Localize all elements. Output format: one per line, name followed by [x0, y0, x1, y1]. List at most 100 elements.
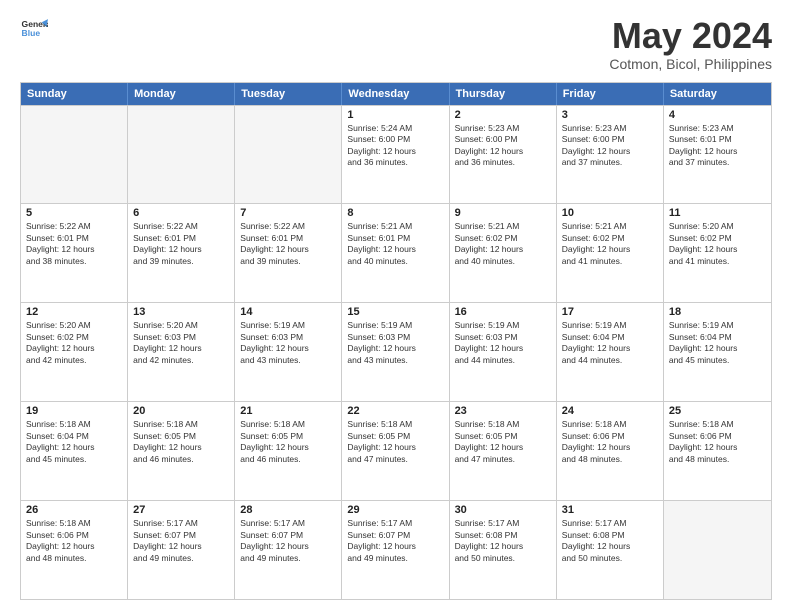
- logo-icon: General Blue: [20, 16, 48, 44]
- day-number: 7: [240, 207, 336, 219]
- header-day-tuesday: Tuesday: [235, 83, 342, 105]
- day-number: 25: [669, 405, 766, 417]
- calendar-cell: 22 Sunrise: 5:18 AMSunset: 6:05 PMDayligh…: [342, 402, 449, 500]
- day-number: 5: [26, 207, 122, 219]
- day-info: Sunrise: 5:22 AMSunset: 6:01 PMDaylight:…: [133, 221, 229, 267]
- calendar-cell: 6 Sunrise: 5:22 AMSunset: 6:01 PMDaylight…: [128, 204, 235, 302]
- day-info: Sunrise: 5:20 AMSunset: 6:03 PMDaylight:…: [133, 320, 229, 366]
- calendar-body: 1 Sunrise: 5:24 AMSunset: 6:00 PMDaylight…: [21, 105, 771, 599]
- calendar-cell: 19Sunrise: 5:18 AMSunset: 6:04 PMDayligh…: [21, 402, 128, 500]
- calendar-cell: 25 Sunrise: 5:18 AMSunset: 6:06 PMDayligh…: [664, 402, 771, 500]
- day-info: Sunrise: 5:19 AMSunset: 6:03 PMDaylight:…: [455, 320, 551, 366]
- header: General Blue May 2024 Cotmon, Bicol, Phi…: [20, 16, 772, 72]
- day-number: 10: [562, 207, 658, 219]
- day-number: 23: [455, 405, 551, 417]
- day-info: Sunrise: 5:17 AMSunset: 6:07 PMDaylight:…: [240, 518, 336, 564]
- day-number: 22: [347, 405, 443, 417]
- calendar-cell: 18 Sunrise: 5:19 AMSunset: 6:04 PMDayligh…: [664, 303, 771, 401]
- calendar-cell: 23 Sunrise: 5:18 AMSunset: 6:05 PMDayligh…: [450, 402, 557, 500]
- calendar-cell: 13 Sunrise: 5:20 AMSunset: 6:03 PMDayligh…: [128, 303, 235, 401]
- calendar-cell: 8Sunrise: 5:21 AMSunset: 6:01 PMDaylight…: [342, 204, 449, 302]
- day-number: 26: [26, 504, 122, 516]
- calendar-row-1: 1 Sunrise: 5:24 AMSunset: 6:00 PMDaylight…: [21, 105, 771, 204]
- day-info: Sunrise: 5:23 AMSunset: 6:01 PMDaylight:…: [669, 123, 766, 169]
- header-day-sunday: Sunday: [21, 83, 128, 105]
- day-number: 1: [347, 109, 443, 121]
- day-number: 2: [455, 109, 551, 121]
- day-number: 16: [455, 306, 551, 318]
- day-number: 6: [133, 207, 229, 219]
- day-info: Sunrise: 5:18 AMSunset: 6:06 PMDaylight:…: [669, 419, 766, 465]
- calendar-cell: 14Sunrise: 5:19 AMSunset: 6:03 PMDayligh…: [235, 303, 342, 401]
- day-info: Sunrise: 5:17 AMSunset: 6:07 PMDaylight:…: [133, 518, 229, 564]
- day-number: 14: [240, 306, 336, 318]
- calendar-row-2: 5 Sunrise: 5:22 AMSunset: 6:01 PMDaylight…: [21, 203, 771, 302]
- header-day-wednesday: Wednesday: [342, 83, 449, 105]
- day-info: Sunrise: 5:20 AMSunset: 6:02 PMDaylight:…: [669, 221, 766, 267]
- calendar-cell: 5 Sunrise: 5:22 AMSunset: 6:01 PMDaylight…: [21, 204, 128, 302]
- logo: General Blue: [20, 16, 48, 44]
- day-info: Sunrise: 5:18 AMSunset: 6:06 PMDaylight:…: [562, 419, 658, 465]
- day-number: 8: [347, 207, 443, 219]
- day-number: 3: [562, 109, 658, 121]
- month-title: May 2024: [609, 16, 772, 56]
- calendar-cell: [664, 501, 771, 599]
- day-info: Sunrise: 5:17 AMSunset: 6:08 PMDaylight:…: [455, 518, 551, 564]
- day-info: Sunrise: 5:21 AMSunset: 6:02 PMDaylight:…: [455, 221, 551, 267]
- calendar-cell: 30Sunrise: 5:17 AMSunset: 6:08 PMDayligh…: [450, 501, 557, 599]
- day-info: Sunrise: 5:18 AMSunset: 6:05 PMDaylight:…: [240, 419, 336, 465]
- header-day-friday: Friday: [557, 83, 664, 105]
- day-info: Sunrise: 5:18 AMSunset: 6:06 PMDaylight:…: [26, 518, 122, 564]
- calendar-cell: 29 Sunrise: 5:17 AMSunset: 6:07 PMDayligh…: [342, 501, 449, 599]
- calendar-cell: 1 Sunrise: 5:24 AMSunset: 6:00 PMDaylight…: [342, 106, 449, 204]
- day-info: Sunrise: 5:18 AMSunset: 6:05 PMDaylight:…: [347, 419, 443, 465]
- day-number: 17: [562, 306, 658, 318]
- day-info: Sunrise: 5:18 AMSunset: 6:04 PMDaylight:…: [26, 419, 122, 465]
- day-info: Sunrise: 5:23 AMSunset: 6:00 PMDaylight:…: [455, 123, 551, 169]
- calendar-cell: 3Sunrise: 5:23 AMSunset: 6:00 PMDaylight…: [557, 106, 664, 204]
- calendar-cell: 20 Sunrise: 5:18 AMSunset: 6:05 PMDayligh…: [128, 402, 235, 500]
- day-info: Sunrise: 5:24 AMSunset: 6:00 PMDaylight:…: [347, 123, 443, 169]
- day-info: Sunrise: 5:22 AMSunset: 6:01 PMDaylight:…: [240, 221, 336, 267]
- calendar-row-5: 26 Sunrise: 5:18 AMSunset: 6:06 PMDayligh…: [21, 500, 771, 599]
- calendar-cell: 11 Sunrise: 5:20 AMSunset: 6:02 PMDayligh…: [664, 204, 771, 302]
- day-info: Sunrise: 5:18 AMSunset: 6:05 PMDaylight:…: [455, 419, 551, 465]
- day-info: Sunrise: 5:19 AMSunset: 6:04 PMDaylight:…: [669, 320, 766, 366]
- calendar-cell: 24 Sunrise: 5:18 AMSunset: 6:06 PMDayligh…: [557, 402, 664, 500]
- calendar-cell: [235, 106, 342, 204]
- day-info: Sunrise: 5:17 AMSunset: 6:08 PMDaylight:…: [562, 518, 658, 564]
- calendar: SundayMondayTuesdayWednesdayThursdayFrid…: [20, 82, 772, 600]
- subtitle: Cotmon, Bicol, Philippines: [609, 56, 772, 72]
- day-number: 24: [562, 405, 658, 417]
- calendar-cell: 7 Sunrise: 5:22 AMSunset: 6:01 PMDaylight…: [235, 204, 342, 302]
- calendar-row-4: 19Sunrise: 5:18 AMSunset: 6:04 PMDayligh…: [21, 401, 771, 500]
- page: General Blue May 2024 Cotmon, Bicol, Phi…: [0, 0, 792, 612]
- calendar-cell: 21Sunrise: 5:18 AMSunset: 6:05 PMDayligh…: [235, 402, 342, 500]
- calendar-cell: 26 Sunrise: 5:18 AMSunset: 6:06 PMDayligh…: [21, 501, 128, 599]
- day-info: Sunrise: 5:18 AMSunset: 6:05 PMDaylight:…: [133, 419, 229, 465]
- header-day-saturday: Saturday: [664, 83, 771, 105]
- day-info: Sunrise: 5:22 AMSunset: 6:01 PMDaylight:…: [26, 221, 122, 267]
- day-number: 31: [562, 504, 658, 516]
- calendar-row-3: 12Sunrise: 5:20 AMSunset: 6:02 PMDayligh…: [21, 302, 771, 401]
- calendar-cell: 17 Sunrise: 5:19 AMSunset: 6:04 PMDayligh…: [557, 303, 664, 401]
- day-number: 9: [455, 207, 551, 219]
- calendar-cell: 9 Sunrise: 5:21 AMSunset: 6:02 PMDaylight…: [450, 204, 557, 302]
- day-info: Sunrise: 5:21 AMSunset: 6:02 PMDaylight:…: [562, 221, 658, 267]
- calendar-cell: 27Sunrise: 5:17 AMSunset: 6:07 PMDayligh…: [128, 501, 235, 599]
- calendar-cell: 31 Sunrise: 5:17 AMSunset: 6:08 PMDayligh…: [557, 501, 664, 599]
- day-number: 13: [133, 306, 229, 318]
- calendar-cell: 28Sunrise: 5:17 AMSunset: 6:07 PMDayligh…: [235, 501, 342, 599]
- calendar-cell: 12Sunrise: 5:20 AMSunset: 6:02 PMDayligh…: [21, 303, 128, 401]
- day-info: Sunrise: 5:19 AMSunset: 6:04 PMDaylight:…: [562, 320, 658, 366]
- day-info: Sunrise: 5:17 AMSunset: 6:07 PMDaylight:…: [347, 518, 443, 564]
- calendar-cell: [128, 106, 235, 204]
- day-info: Sunrise: 5:20 AMSunset: 6:02 PMDaylight:…: [26, 320, 122, 366]
- day-info: Sunrise: 5:19 AMSunset: 6:03 PMDaylight:…: [347, 320, 443, 366]
- day-number: 11: [669, 207, 766, 219]
- day-number: 20: [133, 405, 229, 417]
- calendar-header: SundayMondayTuesdayWednesdayThursdayFrid…: [21, 83, 771, 105]
- day-number: 18: [669, 306, 766, 318]
- day-number: 29: [347, 504, 443, 516]
- calendar-cell: 2 Sunrise: 5:23 AMSunset: 6:00 PMDaylight…: [450, 106, 557, 204]
